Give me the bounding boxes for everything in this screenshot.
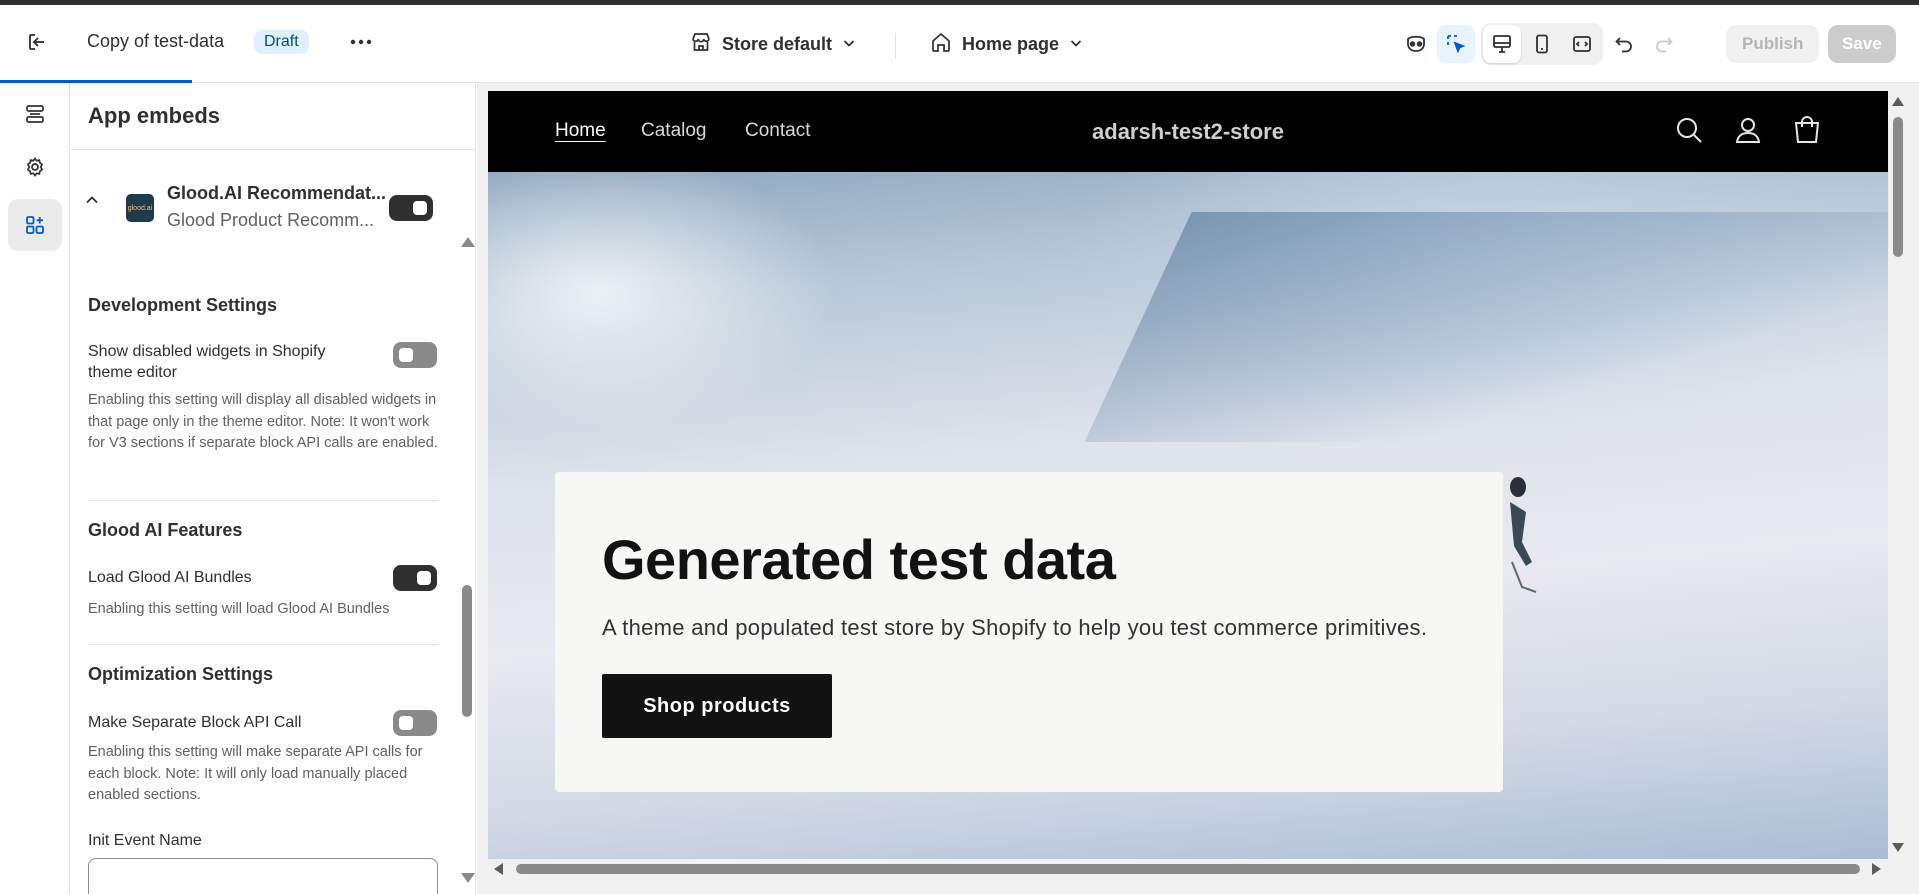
store-header: Home Catalog Contact adarsh-test2-store xyxy=(488,91,1888,172)
hero-image-skier xyxy=(1510,477,1537,593)
store-context-selector[interactable]: Store default xyxy=(690,31,856,58)
app-embeds-icon[interactable] xyxy=(8,199,62,251)
load-bundles-toggle[interactable] xyxy=(393,565,437,591)
scroll-left-arrow-icon[interactable] xyxy=(494,863,503,875)
show-disabled-widgets-toggle[interactable] xyxy=(393,342,437,368)
toggle-knob xyxy=(399,348,413,362)
section-title-development: Development Settings xyxy=(88,295,278,315)
more-actions-icon[interactable] xyxy=(342,23,380,61)
scroll-down-arrow-icon[interactable] xyxy=(461,873,475,883)
hero-content-card: Generated test data A theme and populate… xyxy=(555,472,1503,792)
setting-label-show-disabled-widgets: Show disabled widgets in Shopify theme e… xyxy=(88,343,326,381)
page-selector-label: Home page xyxy=(962,34,1060,54)
redo-icon[interactable] xyxy=(1645,25,1683,63)
inspector-mask-icon[interactable] xyxy=(1397,25,1435,63)
toggle-knob xyxy=(417,571,431,585)
setting-help-separate-block-api: Enabling this setting will make separate… xyxy=(88,744,423,803)
device-preview-toggle xyxy=(1481,23,1603,65)
hero-image-sky xyxy=(1084,212,1888,442)
preview-horizontal-scrollbar[interactable] xyxy=(488,859,1888,879)
fullscreen-icon[interactable] xyxy=(1563,25,1601,63)
editor-topbar: Copy of test-data Draft Store default Ho… xyxy=(0,5,1919,83)
separate-block-api-toggle[interactable] xyxy=(393,710,437,736)
panel-title-divider xyxy=(71,149,475,150)
theme-settings-gear-icon[interactable] xyxy=(8,141,62,193)
section-divider xyxy=(88,644,438,645)
section-title-glood-ai-features: Glood AI Features xyxy=(88,520,243,540)
cart-icon[interactable] xyxy=(1792,115,1822,150)
toggle-knob xyxy=(413,201,427,215)
page-selector[interactable]: Home page xyxy=(930,31,1083,58)
storefront-preview: Home Catalog Contact adarsh-test2-store … xyxy=(488,91,1888,859)
save-button[interactable]: Save xyxy=(1828,25,1896,63)
glood-app-logo: glood.ai xyxy=(126,194,154,222)
scroll-up-arrow-icon[interactable] xyxy=(461,237,475,247)
search-icon[interactable] xyxy=(1674,115,1704,150)
chevron-up-icon[interactable] xyxy=(84,192,100,213)
app-embed-toggle[interactable] xyxy=(389,195,433,221)
scroll-right-arrow-icon[interactable] xyxy=(1872,863,1881,875)
setting-help-show-disabled-widgets: Enabling this setting will display all d… xyxy=(88,392,438,451)
panel-title: App embeds xyxy=(88,103,221,128)
panel-scrollbar[interactable] xyxy=(457,149,475,894)
section-title-optimization: Optimization Settings xyxy=(88,664,274,684)
app-embed-row[interactable]: glood.ai Glood.AI Recommendat... Glood P… xyxy=(84,175,434,245)
store-selector-label: Store default xyxy=(722,34,833,54)
chevron-down-icon xyxy=(842,34,856,55)
home-icon xyxy=(930,31,952,58)
panel-scrollbar-thumb[interactable] xyxy=(462,585,472,717)
select-element-icon[interactable] xyxy=(1437,25,1475,63)
preview-vscroll-thumb[interactable] xyxy=(1893,117,1903,257)
editor-left-rail xyxy=(0,83,70,894)
draft-status-badge: Draft xyxy=(254,30,309,54)
setting-label-separate-block-api: Make Separate Block API Call xyxy=(88,714,302,731)
chevron-down-icon xyxy=(1069,34,1083,55)
toggle-knob xyxy=(399,716,413,730)
preview-tools xyxy=(1397,23,1683,65)
app-embed-name: Glood.AI Recommendat... xyxy=(167,183,387,203)
scroll-up-arrow-icon[interactable] xyxy=(1892,97,1904,106)
mobile-icon[interactable] xyxy=(1523,25,1561,63)
app-embeds-panel: App embeds glood.ai Glood.AI Recommendat… xyxy=(71,83,476,894)
setting-help-load-bundles: Enabling this setting will load Glood AI… xyxy=(88,601,390,617)
app-embed-subtitle: Glood Product Recomm... xyxy=(167,210,375,230)
hero-banner: Generated test data A theme and populate… xyxy=(488,172,1888,859)
preview-vertical-scrollbar[interactable] xyxy=(1888,91,1908,859)
topbar-separator xyxy=(895,33,896,59)
init-event-name-input[interactable] xyxy=(88,858,438,894)
account-icon[interactable] xyxy=(1733,115,1763,150)
store-icon xyxy=(690,31,712,58)
preview-hscroll-thumb[interactable] xyxy=(516,864,1860,874)
desktop-icon[interactable] xyxy=(1483,25,1521,63)
setting-label-load-bundles: Load Glood AI Bundles xyxy=(88,569,252,586)
shop-products-button[interactable]: Shop products xyxy=(602,674,832,738)
scroll-down-arrow-icon[interactable] xyxy=(1892,843,1904,852)
hero-heading: Generated test data xyxy=(602,528,1116,591)
exit-icon[interactable] xyxy=(18,23,56,61)
section-divider xyxy=(88,500,438,501)
publish-button[interactable]: Publish xyxy=(1726,25,1820,63)
hero-subheading: A theme and populated test store by Shop… xyxy=(602,615,1428,640)
init-event-name-label: Init Event Name xyxy=(88,832,202,849)
undo-icon[interactable] xyxy=(1605,25,1643,63)
sections-icon[interactable] xyxy=(8,88,62,140)
theme-title: Copy of test-data xyxy=(87,31,225,51)
